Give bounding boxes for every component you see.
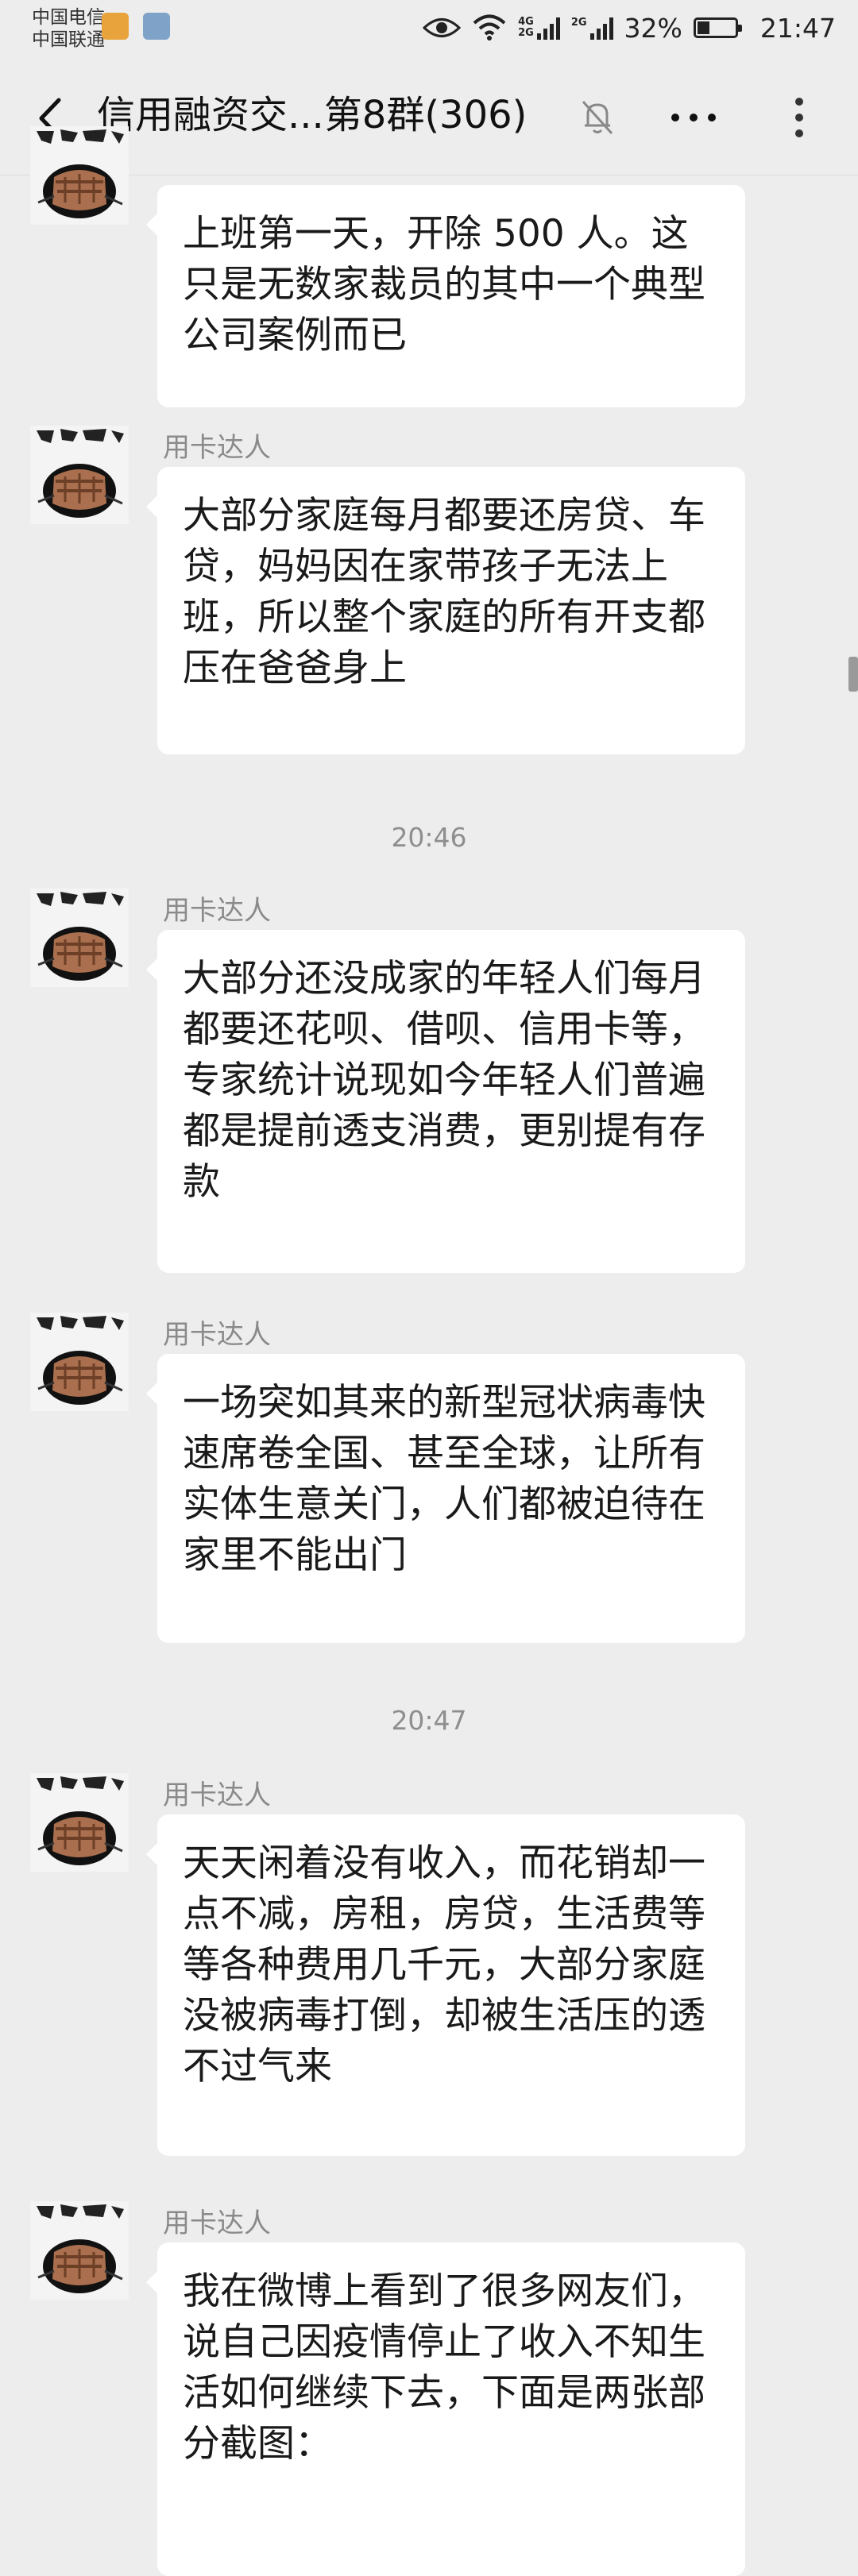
carrier-labels: 中国电信 中国联通 <box>32 6 105 51</box>
message-bubble[interactable]: 上班第一天，开除 500 人。这只是无数家裁员的其中一个典型公司案例而已 <box>146 185 745 407</box>
message-text: 大部分还没成家的年轻人们每月都要还花呗、借呗、信用卡等，专家统计说现如今年轻人们… <box>183 957 705 1204</box>
scrollbar-thumb[interactable] <box>848 657 858 692</box>
sender-name: 用卡达人 <box>163 2208 271 2239</box>
eye-icon <box>423 18 462 37</box>
net-type-label: 2G <box>518 27 534 39</box>
signal-bars-icon <box>536 16 560 40</box>
fist-avatar[interactable] <box>30 1313 129 1411</box>
wifi-icon <box>473 14 506 40</box>
carrier-1: 中国电信 <box>32 7 105 28</box>
more-vertical-icon[interactable] <box>783 92 815 143</box>
carrier-2: 中国联通 <box>32 29 105 50</box>
fist-avatar[interactable] <box>30 889 129 987</box>
time-separator: 20:47 <box>391 1705 467 1736</box>
sender-name: 用卡达人 <box>163 432 271 464</box>
message-text: 一场突如其来的新型冠状病毒快速席卷全国、甚至全球，让所有实体生意关门，人们都被迫… <box>183 1381 705 1577</box>
battery-percent: 32% <box>624 12 682 44</box>
status-bar: 中国电信 中国联通 4G 2G 2G 32% 21:47 <box>0 0 858 57</box>
sender-name: 用卡达人 <box>163 895 271 927</box>
sender-name: 用卡达人 <box>163 1780 271 1811</box>
chat-header: 信用融资交...第8群(306) <box>0 57 858 175</box>
net-type-label: 2G <box>570 17 587 29</box>
signal-2: 2G <box>571 16 613 40</box>
clock: 21:47 <box>759 12 836 44</box>
fist-avatar[interactable] <box>30 126 129 225</box>
signal-bars-icon <box>589 16 613 40</box>
message-text: 我在微博上看到了很多网友们，说自己因疫情停止了收入不知生活如何继续下去，下面是两… <box>183 2269 705 2466</box>
notification-gallery-icon <box>143 13 170 40</box>
battery-icon <box>693 17 742 38</box>
more-horizontal-icon[interactable] <box>666 103 721 132</box>
notification-app-icon <box>102 13 129 40</box>
message-bubble[interactable]: 我在微博上看到了很多网友们，说自己因疫情停止了收入不知生活如何继续下去，下面是两… <box>146 2242 745 2576</box>
chat-title[interactable]: 信用融资交...第8群(306) <box>97 89 527 141</box>
fist-avatar[interactable] <box>30 2201 129 2300</box>
message-text: 天天闲着没有收入，而花销却一点不减，房租，房贷，生活费等等各种费用几千元，大部分… <box>183 1841 705 2088</box>
sender-name: 用卡达人 <box>163 1319 271 1351</box>
fist-avatar[interactable] <box>30 426 129 524</box>
signal-1: 4G 2G <box>518 16 560 40</box>
message-bubble[interactable]: 天天闲着没有收入，而花销却一点不减，房租，房贷，生活费等等各种费用几千元，大部分… <box>146 1814 745 2156</box>
message-bubble[interactable]: 大部分家庭每月都要还房贷、车贷，妈妈因在家带孩子无法上班，所以整个家庭的所有开支… <box>146 467 745 754</box>
message-bubble[interactable]: 一场突如其来的新型冠状病毒快速席卷全国、甚至全球，让所有实体生意关门，人们都被迫… <box>146 1354 745 1643</box>
bell-off-icon <box>582 100 613 135</box>
message-text: 上班第一天，开除 500 人。这只是无数家裁员的其中一个典型公司案例而已 <box>183 212 705 357</box>
time-separator: 20:46 <box>391 822 467 853</box>
message-text: 大部分家庭每月都要还房贷、车贷，妈妈因在家带孩子无法上班，所以整个家庭的所有开支… <box>183 494 705 690</box>
message-list[interactable]: 上班第一天，开除 500 人。这只是无数家裁员的其中一个典型公司案例而已 用卡达… <box>0 126 858 2576</box>
fist-avatar[interactable] <box>30 1773 129 1872</box>
net-type-label: 4G <box>518 16 534 28</box>
message-bubble[interactable]: 大部分还没成家的年轻人们每月都要还花呗、借呗、信用卡等，专家统计说现如今年轻人们… <box>146 930 745 1273</box>
